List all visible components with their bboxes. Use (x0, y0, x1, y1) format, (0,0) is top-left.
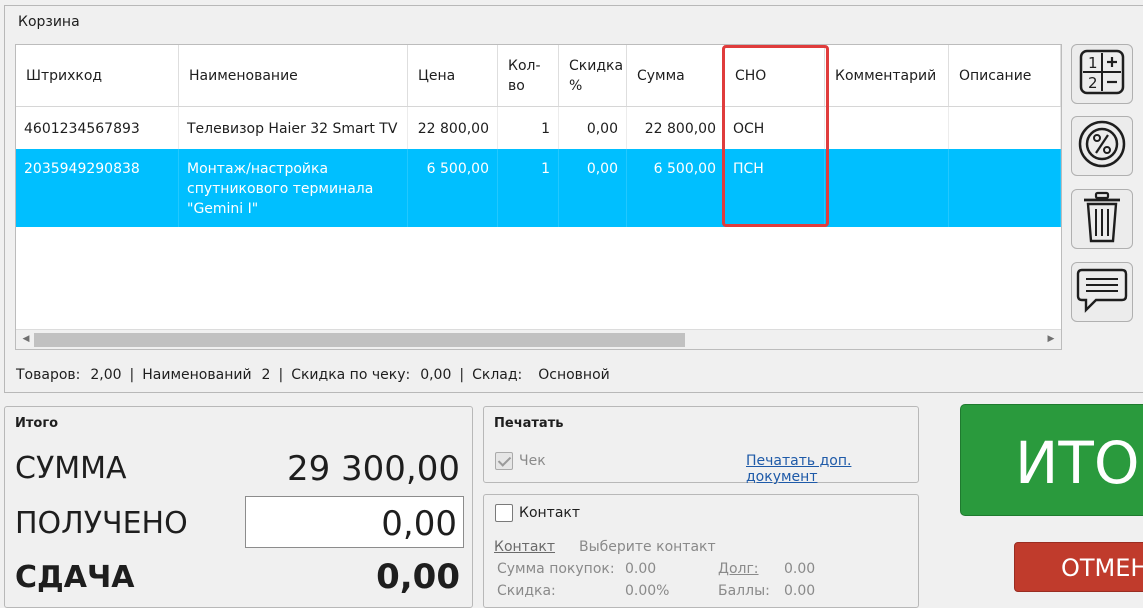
receipt-discount-value: 0,00 (420, 367, 452, 383)
column-header-description[interactable]: Описание (949, 45, 1061, 106)
cart-table[interactable]: Штрихкод Наименование Цена Кол- во Скидк… (15, 44, 1062, 350)
column-header-discount[interactable]: Скидка % (559, 45, 627, 106)
receipt-checkbox-label: Чек (519, 453, 546, 469)
contact-checkbox-label: Контакт (519, 505, 581, 521)
svg-text:2: 2 (1088, 74, 1098, 92)
cell-comment (825, 149, 949, 227)
trash-icon (1080, 191, 1124, 247)
receipt-checkbox[interactable] (495, 452, 513, 470)
contact-discount-value: 0.00% (625, 583, 670, 599)
column-header-barcode[interactable]: Штрихкод (16, 45, 179, 106)
cell-qty: 1 (498, 149, 559, 227)
receipt-discount-label: Скидка по чеку: (291, 367, 411, 383)
contact-panel: Контакт Контакт Выберите контакт Сумма п… (483, 494, 919, 608)
column-header-sum[interactable]: Сумма (627, 45, 725, 106)
warehouse-label: Склад: (472, 367, 523, 383)
names-label: Наименований (142, 367, 252, 383)
debt-label[interactable]: Долг: (718, 561, 759, 577)
table-row[interactable]: 4601234567893 Телевизор Haier 32 Smart T… (16, 107, 1061, 149)
goods-label: Товаров: (16, 367, 81, 383)
separator: | (129, 367, 135, 383)
points-value: 0.00 (784, 583, 816, 599)
sum-label: СУММА (15, 451, 127, 486)
cell-price: 6 500,00 (408, 149, 498, 227)
change-label: СДАЧА (15, 560, 135, 595)
contact-link[interactable]: Контакт (494, 539, 555, 555)
warehouse-value: Основной (538, 367, 610, 383)
comment-button[interactable] (1071, 262, 1133, 322)
purchases-label: Сумма покупок: (497, 561, 615, 577)
totals-title: Итого (15, 416, 59, 431)
cart-title: Корзина (18, 14, 80, 30)
cart-panel: Корзина Штрихкод Наименование Цена Кол- … (4, 5, 1143, 393)
comment-icon (1076, 266, 1128, 318)
cart-status-bar: Товаров: 2,00 | Наименований 2 | Скидка … (16, 367, 610, 383)
svg-text:1: 1 (1088, 54, 1098, 72)
debt-value: 0.00 (784, 561, 816, 577)
column-header-cno[interactable]: СНО (725, 45, 825, 106)
print-title: Печатать (494, 416, 564, 431)
cell-name: Телевизор Haier 32 Smart TV (179, 107, 408, 149)
cell-sum: 22 800,00 (627, 107, 725, 149)
totals-panel: Итого СУММА 29 300,00 ПОЛУЧЕНО 0,00 СДАЧ… (4, 406, 473, 608)
cell-name: Монтаж/настройка спутникового терминала … (179, 149, 408, 227)
contact-discount-label: Скидка: (497, 583, 556, 599)
received-value: 0,00 (381, 504, 457, 544)
purchases-value: 0.00 (625, 561, 657, 577)
percent-icon (1077, 119, 1127, 173)
received-label: ПОЛУЧЕНО (15, 506, 188, 541)
change-value: 0,00 (376, 557, 460, 597)
contact-placeholder[interactable]: Выберите контакт (579, 539, 716, 555)
points-label: Баллы: (718, 583, 770, 599)
cell-discount: 0,00 (559, 107, 627, 149)
scroll-left-icon[interactable]: ◀ (18, 332, 34, 347)
cell-cno: ОСН (725, 107, 825, 149)
cancel-button[interactable]: ОТМЕНА (1014, 542, 1143, 592)
print-panel: Печатать Чек Печатать доп. документ (483, 406, 919, 485)
column-header-qty[interactable]: Кол- во (498, 45, 559, 106)
delete-button[interactable] (1071, 189, 1133, 249)
horizontal-scrollbar[interactable]: ◀ ▶ (16, 329, 1061, 349)
received-input[interactable]: 0,00 (245, 496, 464, 548)
cell-qty: 1 (498, 107, 559, 149)
table-header: Штрихкод Наименование Цена Кол- во Скидк… (16, 45, 1061, 107)
table-row-selected[interactable]: 2035949290838 Монтаж/настройка спутников… (16, 149, 1061, 227)
scroll-right-icon[interactable]: ▶ (1043, 332, 1059, 347)
cell-barcode: 4601234567893 (16, 107, 179, 149)
column-header-price[interactable]: Цена (408, 45, 498, 106)
calculator-icon: 1 2 (1079, 49, 1125, 99)
discount-button[interactable] (1071, 116, 1133, 176)
column-header-name[interactable]: Наименование (179, 45, 408, 106)
cell-sum: 6 500,00 (627, 149, 725, 227)
column-header-comment[interactable]: Комментарий (825, 45, 949, 106)
names-value: 2 (261, 367, 271, 383)
cell-description (949, 149, 1061, 227)
contact-checkbox[interactable] (495, 504, 513, 522)
separator: | (278, 367, 284, 383)
sum-value: 29 300,00 (286, 449, 460, 489)
quantity-button[interactable]: 1 2 (1071, 44, 1133, 104)
separator: | (459, 367, 465, 383)
cell-comment (825, 107, 949, 149)
cell-cno: ПСН (725, 149, 825, 227)
print-extra-document-link[interactable]: Печатать доп. документ (746, 453, 918, 485)
cell-price: 22 800,00 (408, 107, 498, 149)
total-button[interactable]: ИТОГ (960, 404, 1143, 516)
cell-barcode: 2035949290838 (16, 149, 179, 227)
cell-description (949, 107, 1061, 149)
scrollbar-thumb[interactable] (34, 333, 685, 347)
goods-value: 2,00 (90, 367, 122, 383)
cell-discount: 0,00 (559, 149, 627, 227)
